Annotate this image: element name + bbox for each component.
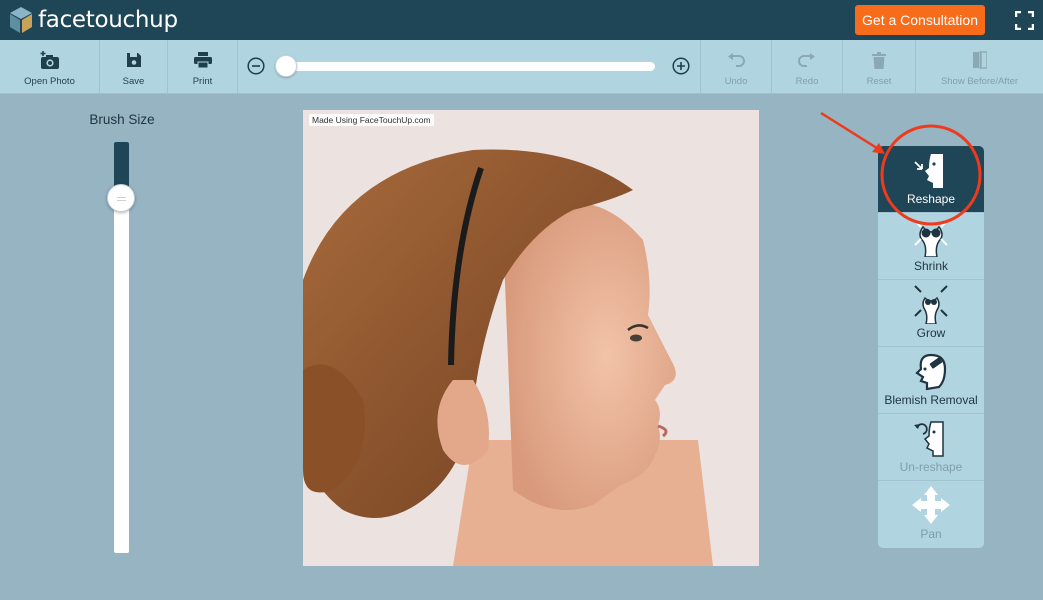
show-before-after-button[interactable]: Show Before/After: [916, 40, 1043, 94]
top-bar: facetouchup Get a Consultation: [0, 0, 1043, 40]
annotation-arrow: [820, 111, 881, 152]
redo-icon: [798, 53, 815, 67]
brush-size-title: Brush Size: [89, 112, 155, 127]
undo-label: Undo: [724, 76, 748, 87]
portrait-image: [303, 110, 759, 566]
open-photo-button[interactable]: Open Photo: [0, 40, 100, 94]
pan-arrows-icon: [912, 486, 950, 524]
save-label: Save: [122, 76, 145, 87]
blemish-removal-tool-button[interactable]: Blemish Removal: [878, 347, 984, 414]
brush-size-slider-thumb[interactable]: [107, 184, 135, 212]
shrink-tool-button[interactable]: Shrink: [878, 213, 984, 280]
unreshape-tool-button[interactable]: Un-reshape: [878, 414, 984, 481]
shrink-tool-label: Shrink: [913, 259, 948, 273]
unreshape-tool-label: Un-reshape: [899, 460, 963, 474]
print-label: Print: [192, 76, 213, 87]
blemish-removal-tool-label: Blemish Removal: [884, 393, 978, 407]
show-before-after-label: Show Before/After: [940, 76, 1019, 87]
grow-icon: [914, 285, 948, 324]
fullscreen-icon[interactable]: [1015, 11, 1034, 30]
reset-label: Reset: [866, 76, 892, 87]
logo-cube-icon: [10, 7, 32, 33]
undo-icon: [728, 53, 745, 67]
shrink-icon: [914, 220, 948, 257]
printer-icon: [193, 52, 212, 68]
zoom-slider-track[interactable]: [284, 62, 655, 71]
redo-label: Redo: [795, 76, 819, 87]
pan-tool-button[interactable]: Pan: [878, 481, 984, 548]
trash-icon: [872, 51, 886, 69]
open-photo-label: Open Photo: [24, 76, 75, 87]
photo-canvas[interactable]: Made Using FaceTouchUp.com: [303, 110, 759, 566]
camera-plus-icon: [40, 50, 59, 69]
reshape-tool-label: Reshape: [906, 192, 956, 206]
toolbar: Open Photo Save Print Undo Redo Reset Sh…: [0, 40, 1043, 94]
grow-tool-button[interactable]: Grow: [878, 280, 984, 347]
reset-button[interactable]: Reset: [843, 40, 916, 94]
zoom-out-icon[interactable]: [247, 57, 265, 75]
zoom-slider-thumb[interactable]: [275, 55, 297, 77]
zoom-control: [238, 40, 701, 94]
photo-watermark: Made Using FaceTouchUp.com: [309, 114, 434, 126]
reshape-face-icon: [914, 154, 943, 188]
undo-button[interactable]: Undo: [701, 40, 772, 94]
print-button[interactable]: Print: [168, 40, 238, 94]
reshape-tool-button[interactable]: Reshape: [878, 146, 984, 213]
zoom-in-icon[interactable]: [672, 57, 690, 75]
get-consultation-button[interactable]: Get a Consultation: [855, 5, 985, 35]
redo-button[interactable]: Redo: [772, 40, 843, 94]
pan-tool-label: Pan: [920, 527, 942, 541]
tool-panel: Reshape Shrink Grow Blemish Removal Un-r…: [878, 146, 984, 548]
before-after-icon: [972, 51, 987, 69]
logo-text: facetouchup: [38, 7, 178, 33]
logo[interactable]: facetouchup: [8, 6, 178, 34]
floppy-disk-icon: [126, 53, 141, 67]
blemish-head-icon: [915, 353, 947, 391]
grow-tool-label: Grow: [916, 326, 946, 340]
save-button[interactable]: Save: [100, 40, 168, 94]
unreshape-face-icon: [914, 421, 944, 457]
